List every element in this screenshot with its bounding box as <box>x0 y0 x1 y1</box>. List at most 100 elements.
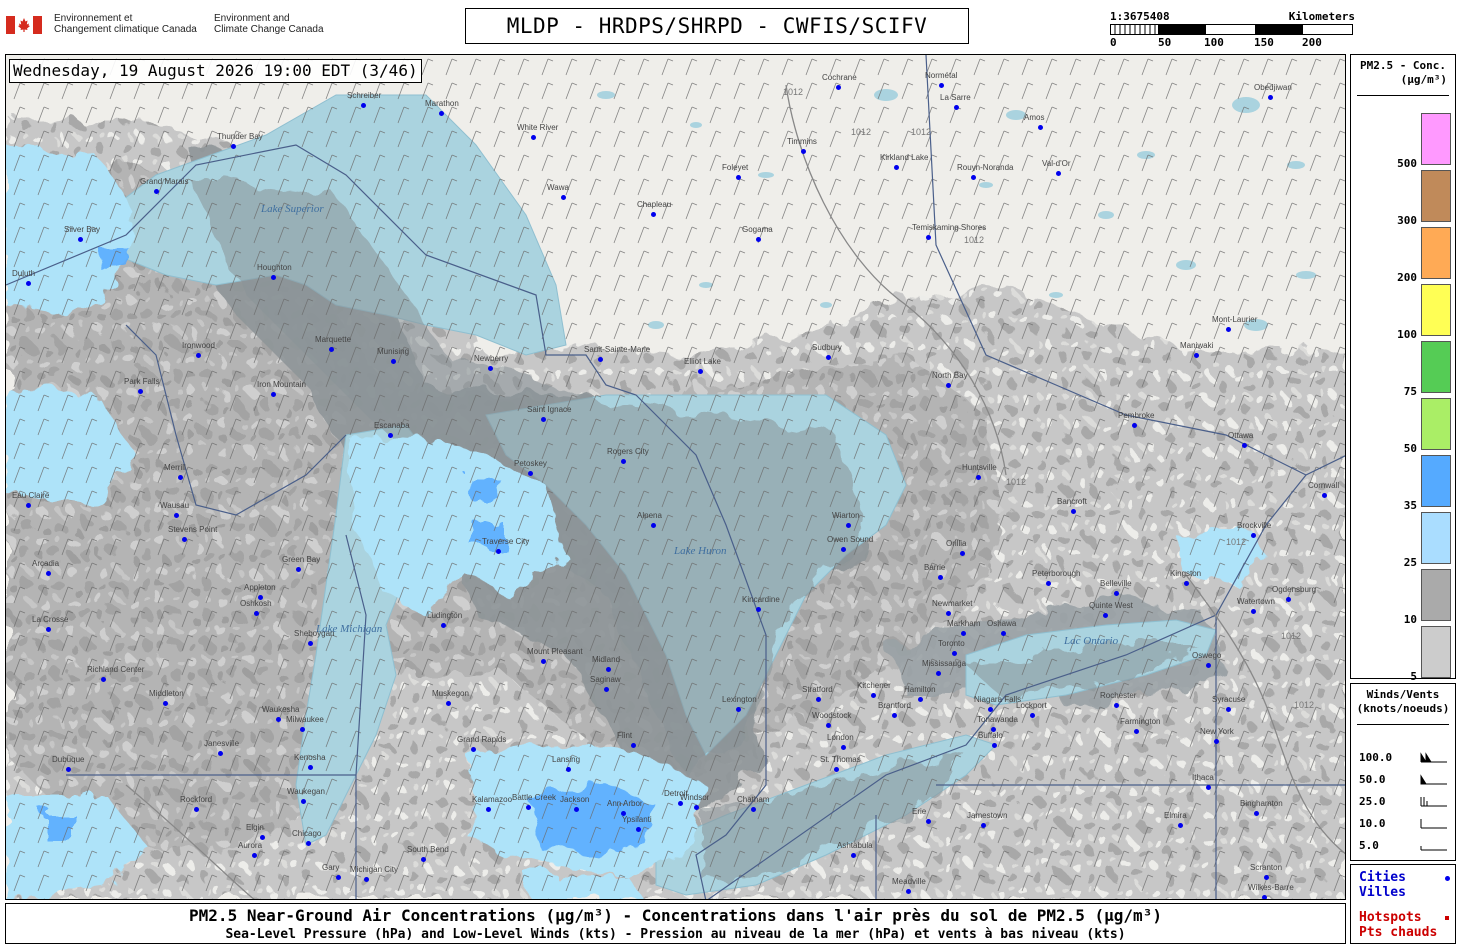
city-dot-icon <box>138 389 143 394</box>
city-dot-icon <box>101 677 106 682</box>
city-dot-icon <box>1071 509 1076 514</box>
isobar-label: 1012 <box>783 87 804 97</box>
pm25-level-label: 10 <box>1403 613 1417 626</box>
city-label: Park Falls <box>124 377 160 386</box>
city-label: Peterborough <box>1032 569 1081 578</box>
city-label: Lockport <box>1016 701 1047 710</box>
city-label: Kalamazoo <box>472 795 513 804</box>
city-label: Thunder Bay <box>217 132 263 141</box>
city-dot-icon <box>541 417 546 422</box>
city-label: Toronto <box>938 639 965 648</box>
caption-line-2: Sea-Level Pressure (hPa) and Low-Level W… <box>225 927 1126 942</box>
city-dot-icon <box>194 807 199 812</box>
city-label: Huntsville <box>962 463 997 472</box>
city-label: Woodstock <box>812 711 852 720</box>
city-dot-icon <box>756 607 761 612</box>
isobar-label: 1012 <box>1006 477 1027 487</box>
cities-hotspots-legend: Cities Villes Hotspots Pts chauds <box>1350 864 1456 944</box>
city-label: Traverse City <box>482 537 530 546</box>
city-dot-icon <box>301 799 306 804</box>
scale-unit: Kilometers <box>1288 10 1355 23</box>
wind-speed-label: 50.0 <box>1359 773 1386 786</box>
city-dot-icon <box>906 889 911 894</box>
city-label: Houghton <box>257 263 292 272</box>
wind-legend: Winds/Vents (knots/noeuds) 100.0 50.0 25… <box>1350 683 1456 861</box>
city-dot-icon <box>1178 823 1183 828</box>
city-dot-icon <box>488 366 493 371</box>
pm25-level-label: 100 <box>1397 328 1417 341</box>
city-dot-icon <box>918 697 923 702</box>
city-dot-icon <box>336 875 341 880</box>
map-view[interactable]: Lake Superior Lake Michigan Lake Huron L… <box>5 54 1346 900</box>
pm25-swatch-100 <box>1421 284 1451 336</box>
city-label: Flint <box>617 731 633 740</box>
city-dot-icon <box>252 853 257 858</box>
city-label: Midland <box>592 655 621 664</box>
city-label: Rouyn-Noranda <box>957 163 1014 172</box>
city-label: Scranton <box>1250 863 1283 872</box>
city-label: Milwaukee <box>286 715 324 724</box>
city-dot-icon <box>1056 171 1061 176</box>
lake-label-huron: Lake Huron <box>674 545 727 557</box>
city-label: Jamestown <box>967 811 1008 820</box>
pm25-swatch-10 <box>1421 569 1451 621</box>
city-dot-icon <box>541 659 546 664</box>
city-dot-icon <box>1206 785 1211 790</box>
wind-speed-label: 25.0 <box>1359 795 1386 808</box>
city-dot-icon <box>300 727 305 732</box>
city-dot-icon <box>971 175 976 180</box>
wind-speed-label: 100.0 <box>1359 751 1393 764</box>
city-dot-icon <box>1262 895 1267 899</box>
city-dot-icon <box>1226 327 1231 332</box>
city-label: London <box>827 733 854 742</box>
city-dot-icon <box>756 237 761 242</box>
city-label: Escanaba <box>374 421 410 430</box>
city-label: Quinte West <box>1089 601 1133 610</box>
city-dot-icon <box>1114 703 1119 708</box>
pm25-legend-unit: (µg/m³) <box>1400 73 1447 86</box>
cities-label-fr: Villes <box>1359 885 1406 900</box>
city-label: Temiskaming Shores <box>912 223 987 232</box>
city-label: Elmira <box>1164 811 1187 820</box>
city-dot-icon <box>936 671 941 676</box>
city-dot-icon <box>621 459 626 464</box>
pm25-level-label: 25 <box>1403 556 1417 569</box>
city-label: Syracuse <box>1212 695 1246 704</box>
city-label: Petoskey <box>514 459 547 468</box>
hotspots-legend-label: Hotspots Pts chauds <box>1359 910 1437 940</box>
city-dot-icon <box>1251 609 1256 614</box>
city-dot-icon <box>816 697 821 702</box>
city-dot-icon <box>78 237 83 242</box>
city-label: Lexington <box>722 695 757 704</box>
city-label: Obedjiwan <box>1254 83 1292 92</box>
city-dot-icon <box>439 111 444 116</box>
city-label: Ashtabula <box>837 841 873 850</box>
city-dot-icon <box>218 751 223 756</box>
scale-tick-label: 100 <box>1204 36 1224 49</box>
city-dot-icon <box>391 359 396 364</box>
pm25-swatch-50 <box>1421 398 1451 450</box>
city-label: Orillia <box>946 539 967 548</box>
pm25-swatch-35 <box>1421 455 1451 507</box>
city-label: Sault-Sainte-Marie <box>584 345 651 354</box>
city-label: Silver Bay <box>64 225 101 234</box>
city-dot-icon <box>1268 95 1273 100</box>
pm25-level-label: 75 <box>1403 385 1417 398</box>
city-label: Niagara Falls <box>974 695 1022 704</box>
city-dot-icon <box>651 212 656 217</box>
map-title: MLDP - HRDPS/SHRPD - CWFIS/SCIFV <box>465 8 969 44</box>
city-label: Normétal <box>925 71 958 80</box>
city-label: Barrie <box>924 563 946 572</box>
city-label: Lansing <box>552 755 581 764</box>
city-dot-icon <box>260 835 265 840</box>
city-dot-icon <box>182 537 187 542</box>
city-label: Ludington <box>427 611 463 620</box>
isobar-label: 1012 <box>1294 700 1315 710</box>
city-dot-icon <box>992 743 997 748</box>
city-dot-icon <box>308 641 313 646</box>
city-label: Appleton <box>244 583 276 592</box>
city-label: Mount Pleasant <box>527 647 583 656</box>
city-dot-icon <box>1242 443 1247 448</box>
city-label: Jackson <box>560 795 590 804</box>
city-label: Arcadia <box>32 559 60 568</box>
